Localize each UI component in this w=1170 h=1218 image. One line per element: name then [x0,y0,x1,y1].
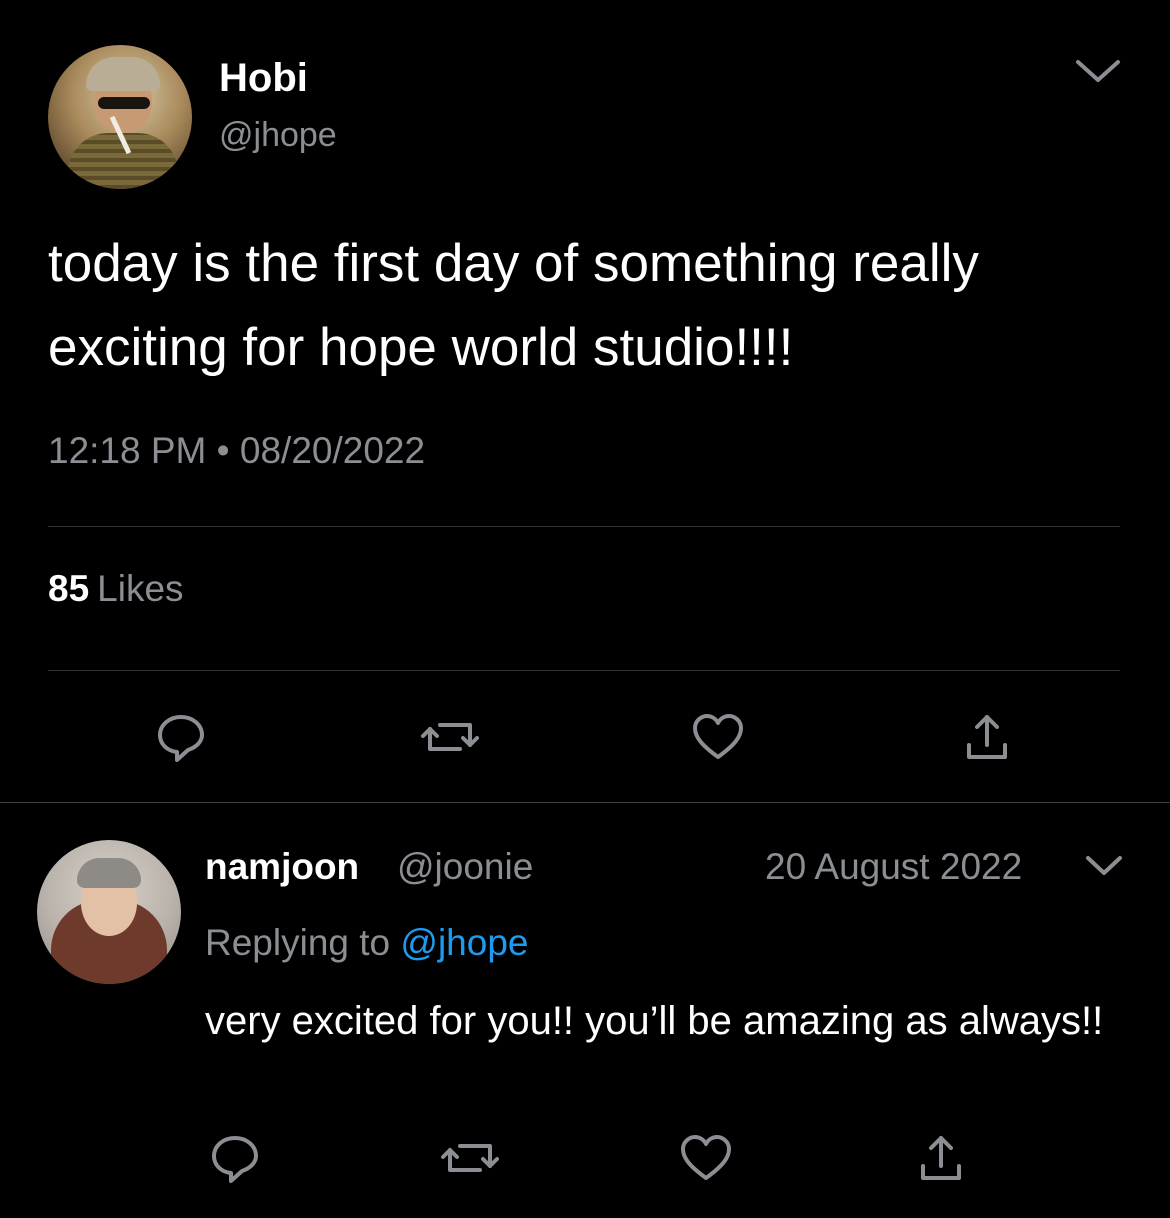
mention-link[interactable]: @jhope [400,922,528,963]
author-handle[interactable]: @jhope [219,116,337,155]
replying-prefix: Replying to [205,922,391,963]
reply-author-handle[interactable]: @joonie [397,846,533,888]
likes-label: Likes [97,568,184,609]
divider [0,802,1170,803]
share-icon[interactable] [957,707,1017,767]
likes-count: 85 [48,568,90,609]
reply-author-name[interactable]: namjoon [205,846,359,888]
share-icon[interactable] [911,1128,971,1188]
tweet-date: 08/20/2022 [239,430,426,471]
reply-icon[interactable] [151,707,211,767]
tweet-text: today is the first day of something real… [48,234,979,377]
divider [48,670,1120,671]
retweet-icon[interactable] [440,1128,500,1188]
replying-to: Replying to @jhope [205,922,528,964]
like-icon[interactable] [688,707,748,767]
chevron-down-icon[interactable] [1072,56,1124,86]
reply-icon[interactable] [205,1128,265,1188]
author-name[interactable]: Hobi [219,56,308,101]
tweet-time: 12:18 PM [48,430,207,471]
avatar[interactable] [37,840,181,984]
retweet-icon[interactable] [420,707,480,767]
likes-stat[interactable]: 85 Likes [48,568,184,610]
like-icon[interactable] [676,1128,736,1188]
reply-text: very excited for you!! you’ll be amazing… [205,999,1104,1043]
avatar[interactable] [48,45,192,189]
reply-date: 20 August 2022 [765,846,1023,887]
timestamp-separator: • [216,430,230,471]
tweet-timestamp: 12:18 PM • 08/20/2022 [48,430,425,472]
divider [48,526,1120,527]
chevron-down-icon[interactable] [1082,852,1126,880]
